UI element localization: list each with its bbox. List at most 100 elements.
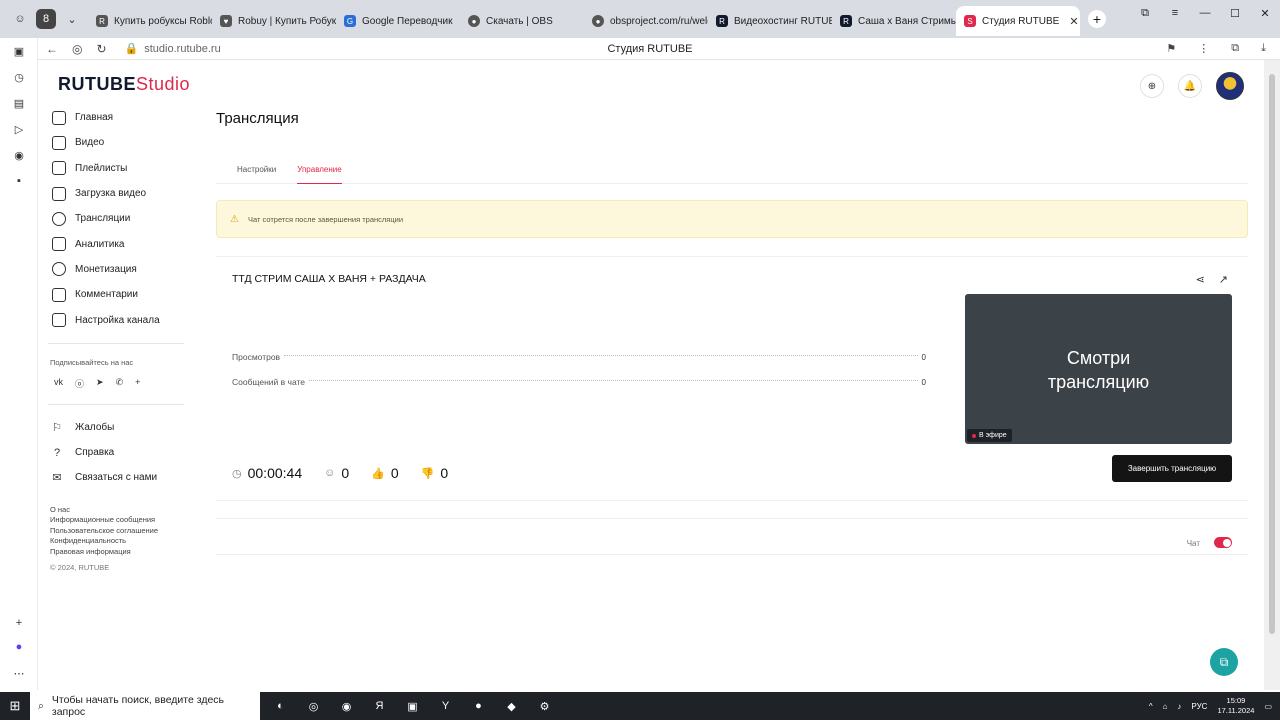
roblox-icon[interactable]: ◆ [495, 692, 528, 720]
home-icon [52, 110, 66, 125]
plus-icon[interactable]: + [135, 377, 140, 390]
url-field[interactable]: 🔒 studio.rutube.ru [125, 42, 221, 56]
sidebar-item-contact[interactable]: ✉ Связаться с нами [48, 465, 184, 490]
end-stream-button[interactable]: Завершить трансляцию [1112, 455, 1232, 482]
tab-label: Купить робуксы Roblox [114, 15, 212, 27]
minecraft-icon[interactable]: ▣ [396, 692, 429, 720]
media-icon[interactable]: ▷ [0, 116, 38, 142]
menu-icon[interactable]: ≡ [1160, 0, 1190, 26]
windows-start-icon[interactable]: ⊞ [0, 698, 30, 714]
external-link-icon[interactable]: ↗ [1219, 273, 1228, 286]
yandex-icon[interactable]: Я [363, 692, 396, 720]
stream-preview[interactable]: Смотри трансляцию В эфире [965, 294, 1232, 444]
edge-icon[interactable]: ◉ [330, 692, 363, 720]
browser-tab[interactable]: R Купить робуксы Roblox [88, 6, 212, 36]
sidebar-item-complaints[interactable]: ⚐ Жалобы [48, 415, 184, 440]
steam-icon[interactable]: ◐ [264, 692, 297, 720]
play-icon[interactable]: ◉ [0, 142, 38, 168]
preview-text-line: Смотри [1066, 348, 1131, 368]
stat-value: 0 [921, 377, 926, 387]
reader-icon[interactable]: ◎ [72, 42, 82, 56]
live-badge-label: В эфире [979, 432, 1007, 439]
sidebar-item-comments[interactable]: Комментарии [48, 282, 184, 307]
window-controls: ⧉ ≡ — ☐ ✕ [1130, 0, 1280, 26]
bell-icon[interactable]: 🔔 [1178, 74, 1202, 98]
language-indicator[interactable]: РУС [1191, 702, 1207, 711]
viber-icon[interactable]: ✆ [116, 377, 124, 390]
maximize-icon[interactable]: ☐ [1220, 0, 1250, 26]
sidebar-item-home[interactable]: Главная [48, 105, 184, 130]
sidebar-item-help[interactable]: ? Справка [48, 440, 184, 465]
network-icon[interactable]: ⌂ [1163, 702, 1168, 711]
sidebar-item-label: Справка [75, 447, 115, 459]
support-chat-button[interactable]: ⧉ [1210, 648, 1238, 676]
bookmark-icon[interactable]: ⚑ [1166, 42, 1176, 55]
alice-icon[interactable]: ● [0, 634, 38, 660]
sidebar-item-playlists[interactable]: Плейлисты [48, 156, 184, 181]
sidebar-item-monetization[interactable]: Монетизация [48, 257, 184, 282]
chevron-down-icon[interactable]: ⌄ [62, 9, 82, 29]
stream-title: ТТД СТРИМ САША Х ВАНЯ + РАЗДАЧА [232, 273, 426, 285]
browser-profile-icon[interactable]: ☺ [10, 9, 30, 29]
footer-link[interactable]: Информационные сообщения [50, 515, 184, 526]
chat-header [216, 519, 1248, 555]
add-panel-icon[interactable]: + [0, 610, 38, 636]
vk-icon[interactable]: vk [54, 377, 63, 390]
browser-tab[interactable]: ● obsproject.com/ru/welc [584, 6, 708, 36]
app-icon[interactable]: ◎ [297, 692, 330, 720]
scrollbar[interactable] [1264, 60, 1280, 690]
sidebar-item-video[interactable]: Видео [48, 130, 184, 155]
more-panel-icon[interactable]: ⋯ [0, 660, 38, 686]
history-icon[interactable]: ◷ [0, 64, 38, 90]
volume-icon[interactable]: ♪ [1177, 702, 1181, 711]
share-icon[interactable]: ⋖ [1196, 273, 1205, 286]
browser-tab-count-icon[interactable]: 8 [36, 9, 56, 29]
playlist-icon [52, 161, 66, 176]
settings-app-icon[interactable]: ⚙ [528, 692, 561, 720]
notification-icon[interactable]: ▭ [1264, 702, 1272, 711]
browser-tab[interactable]: G Google Переводчик [336, 6, 460, 36]
chat-toggle[interactable] [1214, 537, 1232, 548]
ok-icon[interactable]: ⓞ [75, 377, 84, 390]
rutube-studio-logo[interactable]: RUTUBEStudio [58, 74, 190, 95]
back-icon[interactable]: ← [46, 42, 58, 56]
bookmarks-icon[interactable]: ⧉ [1130, 0, 1160, 26]
footer-link[interactable]: Пользовательское соглашение [50, 526, 184, 537]
telegram-icon[interactable]: ➤ [96, 377, 104, 390]
avatar[interactable] [1216, 72, 1244, 100]
yandex-browser-icon[interactable]: Y [429, 692, 462, 720]
browser-tab-active[interactable]: S Студия RUTUBE ✕ [956, 6, 1080, 36]
app-icon[interactable]: ▪ [0, 168, 38, 194]
close-window-icon[interactable]: ✕ [1250, 0, 1280, 26]
obs-icon[interactable]: ● [462, 692, 495, 720]
download-icon[interactable]: ⤓ [1261, 42, 1266, 55]
browser-tab[interactable]: ♥ Robuy | Купить Робукс [212, 6, 336, 36]
browser-tab[interactable]: ● Скачать | OBS [460, 6, 584, 36]
sidebar-item-upload[interactable]: Загрузка видео [48, 181, 184, 206]
browser-tab[interactable]: R Видеохостинг RUTUBE [708, 6, 832, 36]
clock[interactable]: 15:09 17.11.2024 [1217, 696, 1254, 716]
more-icon[interactable]: ⋮ [1198, 42, 1209, 55]
footer-link[interactable]: О нас [50, 505, 184, 516]
stream-card-actions: ⋖ ↗ [1196, 273, 1228, 286]
new-tab-button[interactable]: + [1088, 10, 1106, 28]
sidebar-item-channel-settings[interactable]: Настройка канала [48, 307, 184, 332]
tab-settings[interactable]: Настройки [237, 156, 276, 184]
browser-tab[interactable]: R Саша х Ваня Стримы н [832, 6, 956, 36]
scrollbar-thumb[interactable] [1269, 74, 1275, 634]
sidebar-item-broadcasts[interactable]: Трансляции [48, 206, 184, 231]
footer-link[interactable]: Конфиденциальность [50, 536, 184, 547]
close-icon[interactable]: ✕ [1069, 15, 1078, 28]
sidebar-item-analytics[interactable]: Аналитика [48, 231, 184, 256]
extensions-icon[interactable]: ⧉ [1231, 42, 1239, 55]
taskbar-search[interactable]: ⌕ Чтобы начать поиск, введите здесь запро… [30, 692, 260, 720]
bookmarks-panel-icon[interactable]: ▤ [0, 90, 38, 116]
obs-icon: ● [468, 15, 480, 27]
minimize-icon[interactable]: — [1190, 0, 1220, 26]
tabs-icon[interactable]: ▣ [0, 38, 38, 64]
footer-link[interactable]: Правовая информация [50, 547, 184, 558]
tray-chevron-icon[interactable]: ^ [1149, 702, 1153, 711]
reload-icon[interactable]: ↻ [96, 42, 106, 56]
tab-management[interactable]: Управление [297, 156, 342, 184]
add-content-icon[interactable]: ⊕ [1140, 74, 1164, 98]
